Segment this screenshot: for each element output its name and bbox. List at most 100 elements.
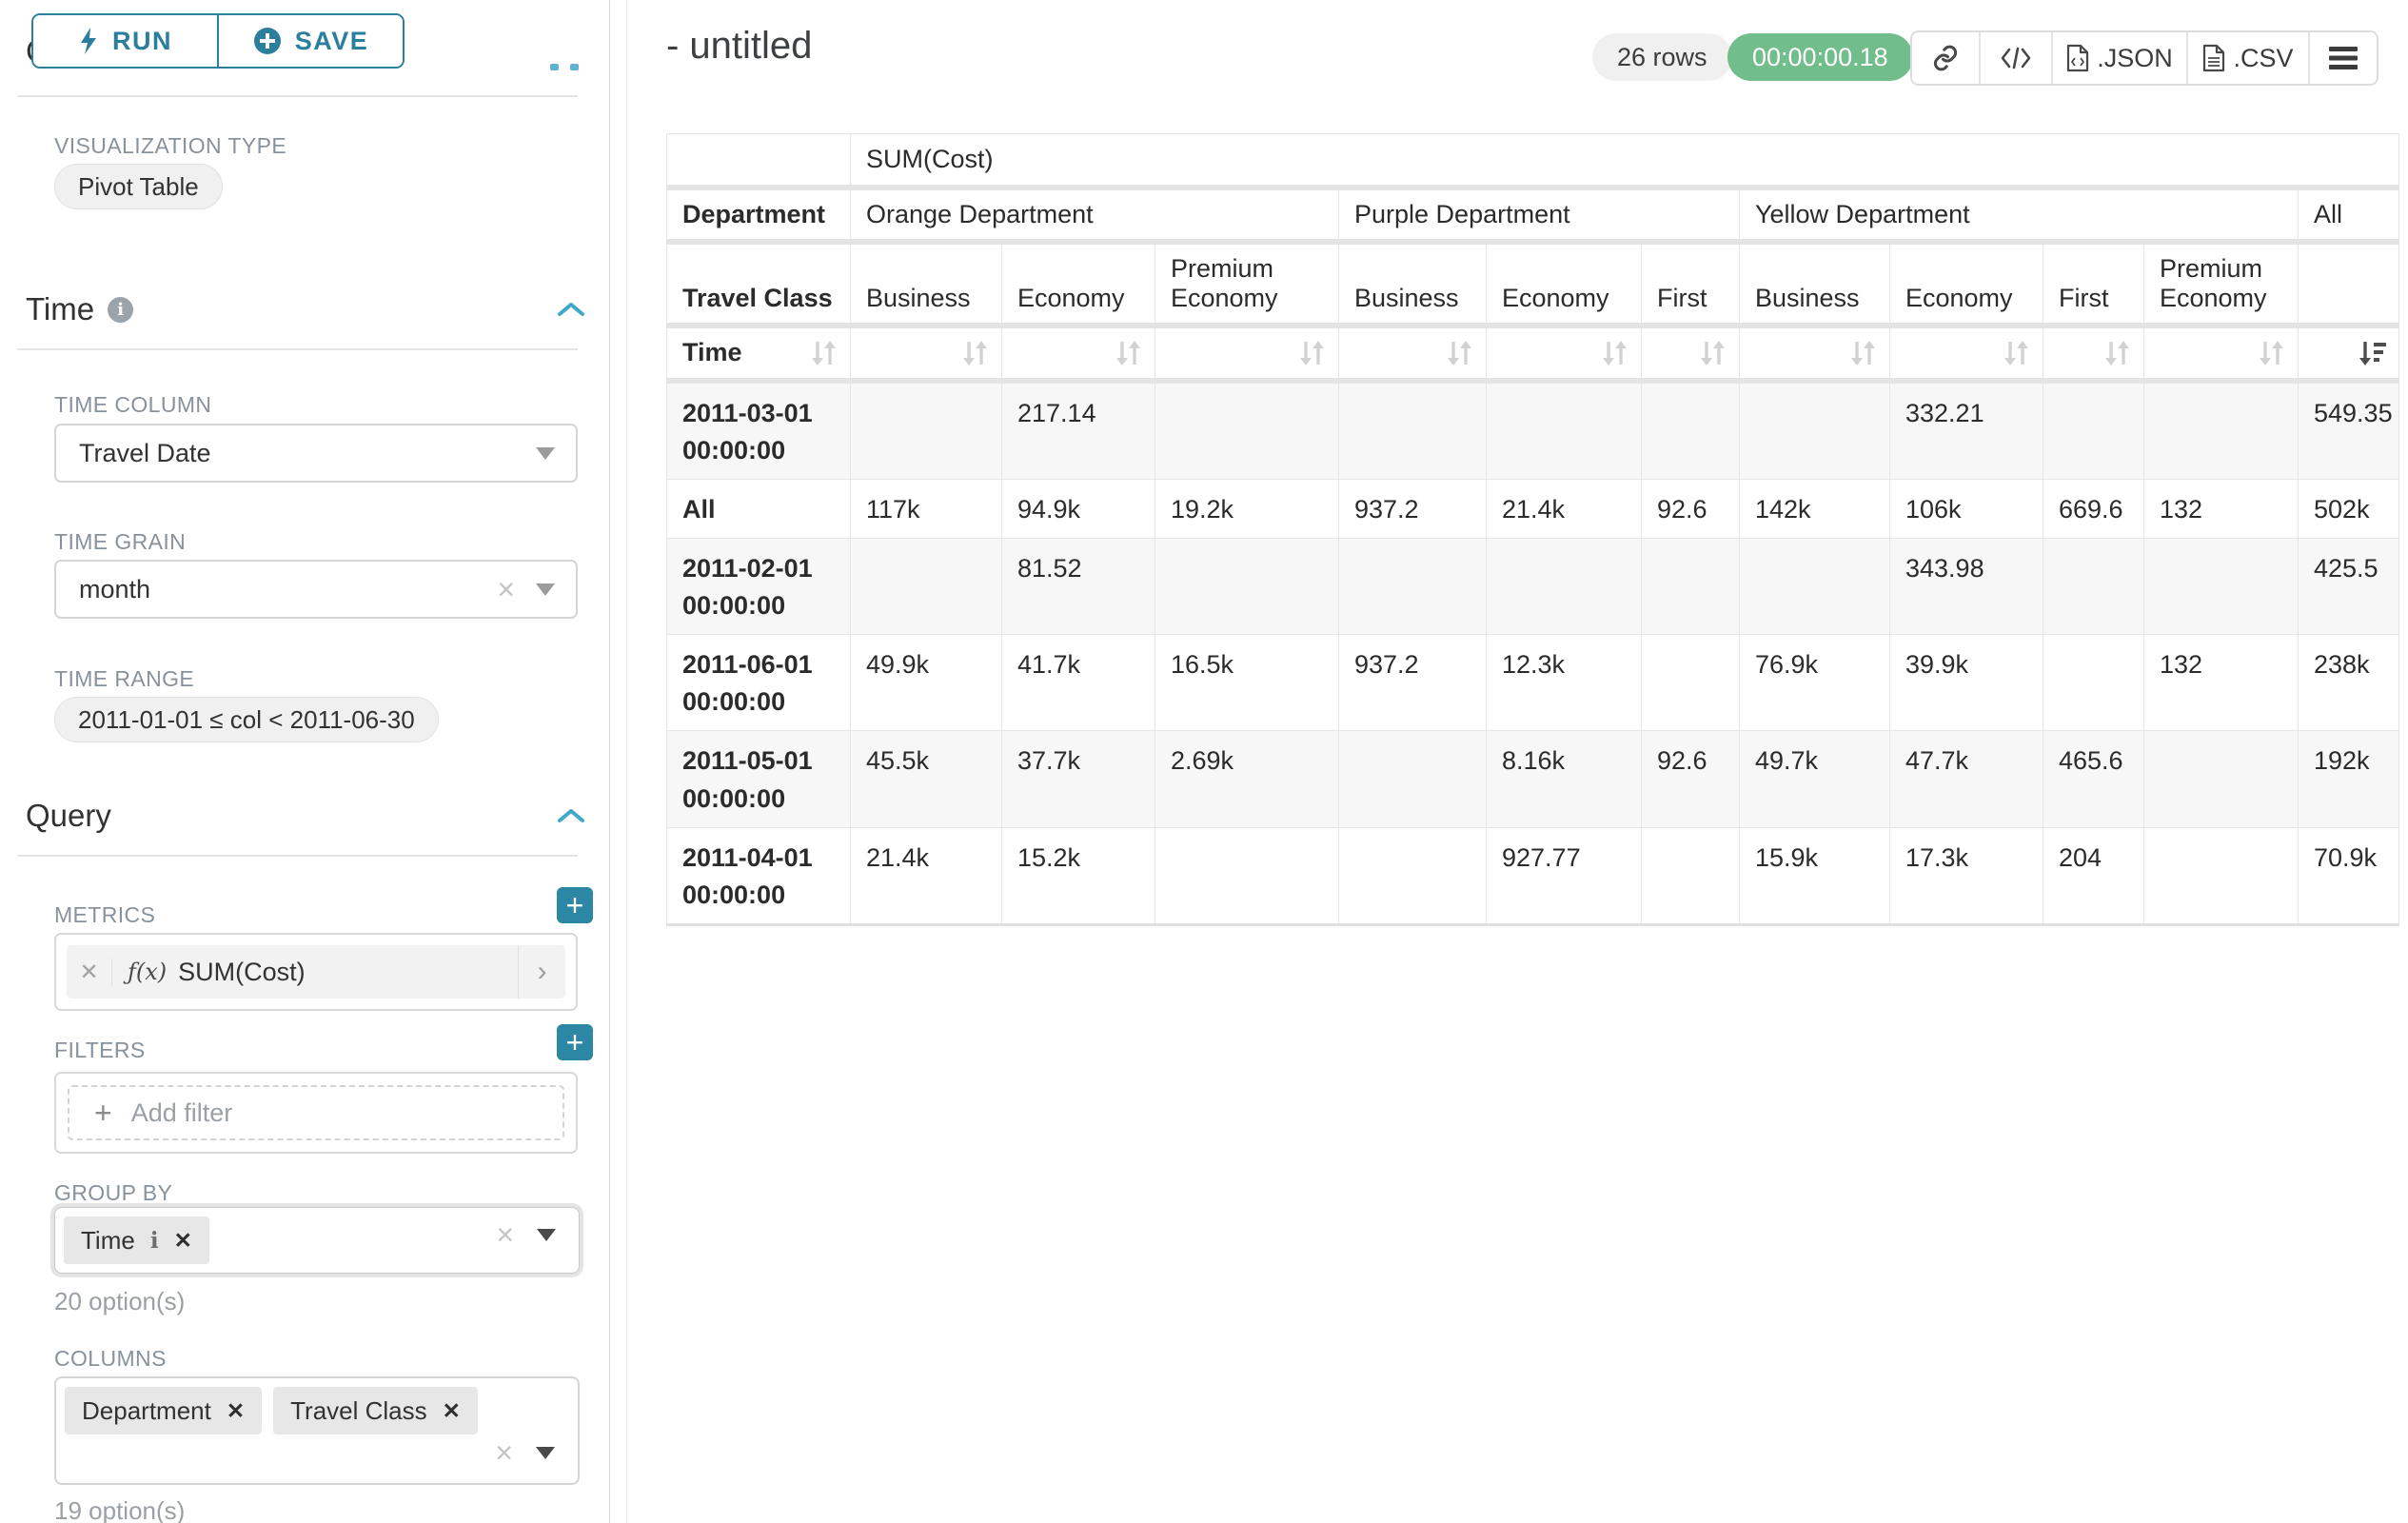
chevron-up-icon bbox=[570, 64, 579, 70]
value-cell bbox=[1642, 538, 1740, 634]
value-cell: 204 bbox=[2043, 827, 2144, 924]
value-cell: 92.6 bbox=[1642, 479, 1740, 538]
column-sort-button[interactable] bbox=[1740, 326, 1890, 381]
column-sort-button[interactable] bbox=[1890, 326, 2043, 381]
column-sort-button[interactable] bbox=[1002, 326, 1155, 381]
time-sort-header[interactable]: Time bbox=[667, 326, 851, 381]
column-group-header: All bbox=[2299, 188, 2399, 242]
value-cell: 12.3k bbox=[1487, 635, 1642, 731]
more-options-button[interactable] bbox=[2308, 32, 2377, 84]
column-sort-button[interactable] bbox=[1339, 326, 1487, 381]
chevron-right-icon[interactable]: › bbox=[518, 945, 565, 999]
column-sort-button[interactable] bbox=[1642, 326, 1740, 381]
time-grain-select[interactable]: month × bbox=[54, 560, 578, 619]
file-json-icon bbox=[2066, 44, 2089, 72]
remove-chip-icon[interactable]: ✕ bbox=[174, 1228, 192, 1254]
columns-select[interactable]: Department✕Travel Class✕ × bbox=[54, 1376, 580, 1485]
remove-chip-icon[interactable]: ✕ bbox=[227, 1398, 245, 1424]
metric-pill[interactable]: ✕ ƒ(x) SUM(Cost) › bbox=[67, 945, 565, 999]
chevron-down-icon[interactable] bbox=[537, 1229, 556, 1241]
export-json-button[interactable]: .JSON bbox=[2051, 32, 2186, 84]
time-range-pill[interactable]: 2011-01-01 ≤ col < 2011-06-30 bbox=[54, 697, 439, 742]
save-button[interactable]: SAVE bbox=[217, 15, 403, 67]
add-filter-plus-button[interactable]: + bbox=[557, 1024, 593, 1060]
column-sort-button[interactable] bbox=[1155, 326, 1339, 381]
column-header: Business bbox=[1339, 242, 1487, 326]
select-chip[interactable]: Department ✕ bbox=[65, 1387, 262, 1434]
copy-link-button[interactable] bbox=[1912, 32, 1979, 84]
value-cell: 70.9k bbox=[2299, 827, 2399, 924]
value-cell: 94.9k bbox=[1002, 479, 1155, 538]
fx-icon: ƒ(x) bbox=[128, 959, 167, 985]
select-chip[interactable]: Timei✕ bbox=[64, 1216, 209, 1264]
run-button[interactable]: RUN bbox=[33, 15, 217, 67]
value-cell: 39.9k bbox=[1890, 635, 2043, 731]
column-sort-button[interactable] bbox=[2144, 326, 2299, 381]
select-chip[interactable]: Travel Class✕ bbox=[273, 1387, 478, 1434]
chevron-up-icon[interactable] bbox=[557, 808, 585, 823]
value-cell: 132 bbox=[2144, 479, 2299, 538]
row-label: 2011-02-01 00:00:00 bbox=[667, 538, 851, 634]
time-section-title: Time bbox=[26, 291, 94, 327]
chevron-up-icon bbox=[550, 64, 559, 70]
group-by-select[interactable]: Timei✕ × bbox=[54, 1207, 580, 1274]
chart-panel: - untitled 26 rows 00:00:00.18 .JSON bbox=[627, 0, 2408, 1523]
column-sort-button[interactable] bbox=[2299, 326, 2399, 381]
column-name-row: Travel ClassBusinessEconomyPremium Econo… bbox=[667, 242, 2399, 326]
value-cell bbox=[1339, 381, 1487, 480]
value-cell bbox=[2043, 538, 2144, 634]
chip-label: Department bbox=[82, 1396, 211, 1426]
chart-title[interactable]: - untitled bbox=[666, 25, 812, 68]
value-cell bbox=[1339, 731, 1487, 827]
plus-circle-icon bbox=[253, 27, 282, 55]
column-sort-button[interactable] bbox=[851, 326, 1002, 381]
value-cell: 502k bbox=[2299, 479, 2399, 538]
info-icon: i bbox=[150, 1228, 159, 1254]
clear-icon[interactable]: × bbox=[497, 574, 515, 604]
column-sort-button[interactable] bbox=[1487, 326, 1642, 381]
clear-icon[interactable]: × bbox=[495, 1437, 513, 1468]
metric-header-cell: SUM(Cost) bbox=[851, 134, 2399, 188]
value-cell: 343.98 bbox=[1890, 538, 2043, 634]
column-header: First bbox=[2043, 242, 2144, 326]
clear-icon[interactable]: × bbox=[496, 1219, 514, 1250]
control-panel: Chart Type RUN SAVE VISUALIZATION TYPE P… bbox=[0, 0, 610, 1523]
value-cell: 49.9k bbox=[851, 635, 1002, 731]
code-icon bbox=[2000, 46, 2032, 70]
row-label: All bbox=[667, 479, 851, 538]
value-cell bbox=[1155, 381, 1339, 480]
embed-code-button[interactable] bbox=[1979, 32, 2051, 84]
viz-type-pill[interactable]: Pivot Table bbox=[54, 164, 223, 209]
chevron-down-icon bbox=[536, 447, 555, 460]
columns-label: COLUMNS bbox=[54, 1346, 167, 1372]
columns-options-hint: 19 option(s) bbox=[54, 1496, 185, 1523]
row-subaxis-header: Travel Class bbox=[667, 242, 851, 326]
chevron-down-icon[interactable] bbox=[536, 1447, 555, 1459]
chevron-up-icon[interactable] bbox=[557, 302, 585, 317]
remove-chip-icon[interactable]: ✕ bbox=[443, 1398, 461, 1424]
query-section-header[interactable]: Query bbox=[26, 798, 585, 834]
column-sort-button[interactable] bbox=[2043, 326, 2144, 381]
time-range-label: TIME RANGE bbox=[54, 666, 194, 692]
column-header: Economy bbox=[1487, 242, 1642, 326]
column-group-header: Orange Department bbox=[851, 188, 1339, 242]
export-csv-button[interactable]: .CSV bbox=[2186, 32, 2308, 84]
row-label: 2011-06-01 00:00:00 bbox=[667, 635, 851, 731]
add-filter-button[interactable]: + Add filter bbox=[68, 1085, 564, 1140]
value-cell: 217.14 bbox=[1002, 381, 1155, 480]
time-grain-label: TIME GRAIN bbox=[54, 529, 186, 555]
plus-icon: + bbox=[94, 1096, 112, 1131]
divider bbox=[17, 348, 578, 350]
value-cell: 117k bbox=[851, 479, 1002, 538]
time-column-select[interactable]: Travel Date bbox=[54, 424, 578, 483]
value-cell: 47.7k bbox=[1890, 731, 2043, 827]
group-by-label: GROUP BY bbox=[54, 1180, 172, 1206]
info-icon: i bbox=[108, 297, 133, 323]
value-cell bbox=[851, 381, 1002, 480]
remove-metric-icon[interactable]: ✕ bbox=[67, 959, 112, 986]
sort-row: Time bbox=[667, 326, 2399, 381]
value-cell: 669.6 bbox=[2043, 479, 2144, 538]
value-cell: 19.2k bbox=[1155, 479, 1339, 538]
add-metric-button[interactable]: + bbox=[557, 887, 593, 923]
time-section-header[interactable]: Time i bbox=[26, 291, 585, 327]
